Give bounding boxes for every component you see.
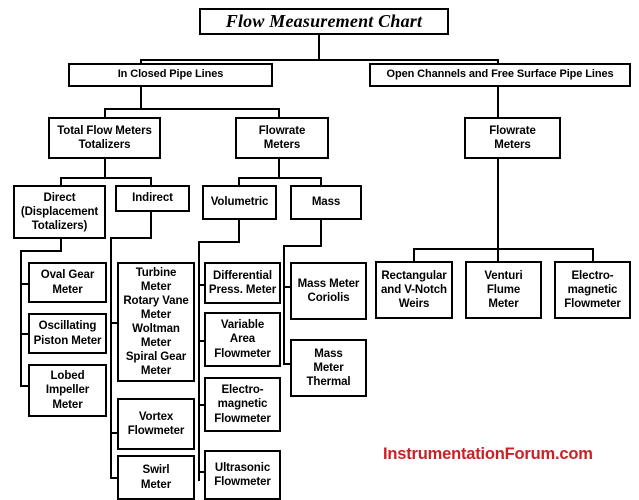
node-variable-area-flowmeter-label: Variable Area Flowmeter: [214, 319, 271, 360]
connector-root-down: [318, 34, 320, 60]
node-mass-meter-thermal: Mass Meter Thermal: [290, 339, 367, 397]
connector-level3-bar-left: [60, 177, 152, 179]
node-ultrasonic-flowmeter-label: Ultrasonic Flowmeter: [214, 461, 271, 488]
connector-indirect-down: [150, 211, 152, 239]
node-differential-pressure-meter-label: Differential Press. Meter: [208, 269, 277, 296]
spine-mass: [283, 245, 285, 365]
node-rectangular-v-notch-weirs-label: Rectangular and V-Notch Weirs: [381, 269, 447, 310]
node-turbine-meter-group: Turbine Meter Rotary Vane Meter Woltman …: [117, 262, 195, 382]
connector-flowrate-closed-down: [278, 158, 280, 179]
connector-level2-bar-left: [104, 108, 280, 110]
node-swirl-meter: Swirl Meter: [117, 455, 195, 500]
node-mass-meter-coriolis: Mass Meter Coriolis: [290, 262, 367, 320]
node-electromagnetic-flowmeter-volumetric-label: Electro- magnetic Flowmeter: [214, 384, 271, 425]
connector-direct-jog: [20, 250, 62, 252]
flow-measurement-chart: Flow Measurement Chart In Closed Pipe Li…: [0, 0, 639, 500]
node-oval-gear-meter-label: Oval Gear Meter: [40, 269, 95, 296]
node-root-title: Flow Measurement Chart: [199, 8, 449, 35]
node-swirl-meter-label: Swirl Meter: [140, 464, 172, 491]
node-flowrate-meters-closed: Flowrate Meters: [235, 117, 329, 159]
node-in-closed-pipe-lines-label: In Closed Pipe Lines: [117, 68, 224, 81]
node-ultrasonic-flowmeter: Ultrasonic Flowmeter: [204, 450, 281, 500]
connector-level4-bar-right: [413, 248, 594, 250]
node-oscillating-piston-meter-label: Oscillating Piston Meter: [33, 320, 102, 347]
connector-flowrate-open-down: [497, 158, 499, 250]
node-variable-area-flowmeter: Variable Area Flowmeter: [204, 312, 281, 367]
node-mass-meter-thermal-label: Mass Meter Thermal: [306, 347, 351, 388]
node-flowrate-meters-closed-label: Flowrate Meters: [258, 124, 306, 151]
node-volumetric-label: Volumetric: [210, 196, 269, 209]
node-flowrate-meters-open-label: Flowrate Meters: [489, 124, 536, 151]
node-turbine-meter-group-label: Turbine Meter Rotary Vane Meter Woltman …: [123, 266, 189, 378]
node-direct: Direct (Displacement Totalizers): [13, 185, 106, 239]
node-vortex-flowmeter: Vortex Flowmeter: [117, 398, 195, 450]
connector-to-electromagnetic-open: [592, 248, 594, 262]
node-flowrate-meters-open: Flowrate Meters: [464, 117, 561, 159]
node-total-flow-meters: Total Flow Meters Totalizers: [48, 117, 161, 159]
node-indirect: Indirect: [115, 185, 190, 212]
node-open-channels: Open Channels and Free Surface Pipe Line…: [369, 63, 631, 87]
node-electromagnetic-flowmeter-open-label: Electro- magnetic Flowmeter: [564, 269, 621, 310]
node-total-flow-meters-label: Total Flow Meters Totalizers: [57, 124, 152, 151]
connector-volumetric-jog: [198, 241, 240, 243]
connector-volumetric-down: [238, 219, 240, 243]
connector-indirect-jog: [110, 237, 152, 239]
node-volumetric: Volumetric: [202, 185, 277, 220]
watermark-instrumentation-forum: InstrumentationForum.com: [383, 445, 593, 463]
node-mass-label: Mass: [311, 196, 341, 209]
node-mass: Mass: [290, 185, 362, 220]
node-differential-pressure-meter: Differential Press. Meter: [204, 262, 281, 304]
node-vortex-flowmeter-label: Vortex Flowmeter: [127, 410, 185, 437]
node-electromagnetic-flowmeter-volumetric: Electro- magnetic Flowmeter: [204, 377, 281, 432]
connector-mass-down: [320, 219, 322, 247]
spine-indirect: [110, 237, 112, 479]
spine-direct: [20, 250, 22, 386]
connector-to-weirs: [413, 248, 415, 262]
node-rectangular-v-notch-weirs: Rectangular and V-Notch Weirs: [375, 261, 453, 319]
node-lobed-impeller-meter: Lobed Impeller Meter: [28, 364, 107, 417]
connector-closed-pipe-down: [140, 86, 142, 110]
connector-mass-jog: [283, 245, 322, 247]
node-oval-gear-meter: Oval Gear Meter: [28, 262, 107, 303]
connector-open-channels-down: [497, 86, 499, 120]
connector-level3-bar-mid: [238, 177, 322, 179]
node-in-closed-pipe-lines: In Closed Pipe Lines: [68, 63, 273, 87]
node-indirect-label: Indirect: [132, 192, 173, 205]
node-venturi-flume-meter-label: Venturi Flume Meter: [484, 269, 523, 310]
connector-to-venturi: [497, 248, 499, 262]
node-electromagnetic-flowmeter-open: Electro- magnetic Flowmeter: [554, 261, 631, 319]
node-root-title-label: Flow Measurement Chart: [225, 10, 423, 31]
connector-total-flow-down: [104, 158, 106, 179]
node-venturi-flume-meter: Venturi Flume Meter: [465, 261, 542, 319]
spine-volumetric: [198, 241, 200, 481]
node-lobed-impeller-meter-label: Lobed Impeller Meter: [45, 370, 90, 411]
node-direct-label: Direct (Displacement Totalizers): [20, 191, 99, 232]
node-oscillating-piston-meter: Oscillating Piston Meter: [28, 313, 107, 354]
connector-level1-bar: [140, 59, 499, 61]
node-mass-meter-coriolis-label: Mass Meter Coriolis: [297, 277, 360, 304]
node-open-channels-label: Open Channels and Free Surface Pipe Line…: [386, 68, 614, 81]
